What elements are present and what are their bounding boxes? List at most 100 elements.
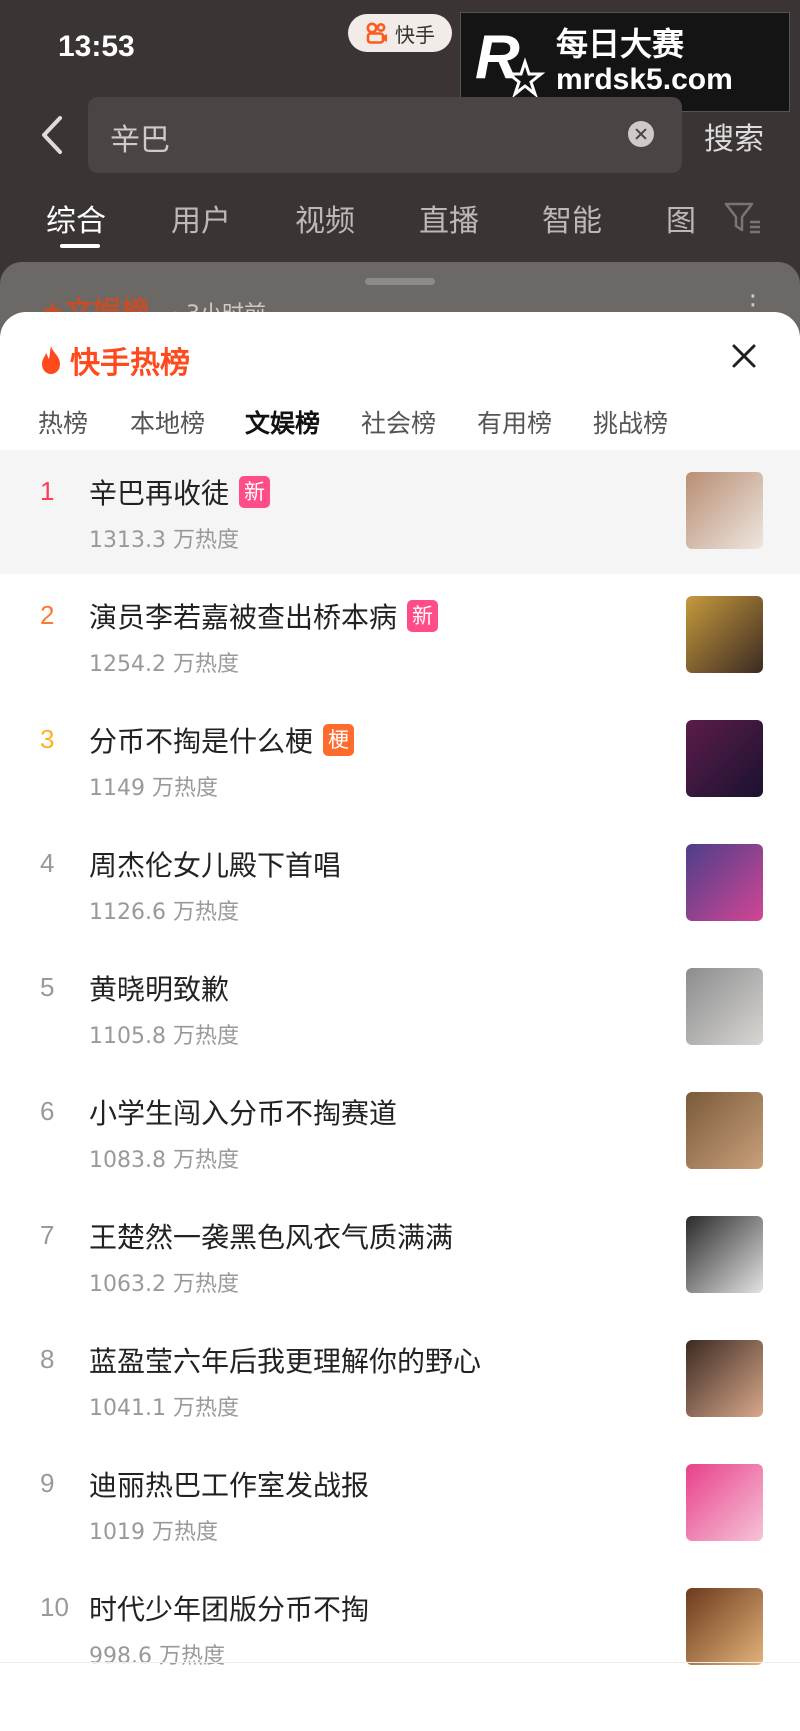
list-item[interactable]: 9 迪丽热巴工作室发战报 1019 万热度: [0, 1442, 800, 1566]
item-title: 黄晓明致歉: [89, 968, 229, 1008]
list-item[interactable]: 4 周杰伦女儿殿下首唱 1126.6 万热度: [0, 822, 800, 946]
heat-value: 1126.6 万热度: [89, 900, 239, 925]
thumbnail-image[interactable]: [686, 1216, 763, 1293]
new-badge: 新: [407, 600, 439, 632]
svg-text:R: R: [475, 23, 520, 92]
hot-list-sheet: 快手热榜 热榜 本地榜 文娱榜 社会榜 有用榜 挑战榜 1 辛巴再收徒新 1313.…: [0, 312, 800, 1731]
thumbnail-image[interactable]: [686, 720, 763, 797]
tab-comprehensive[interactable]: 综合: [46, 196, 106, 240]
meme-badge: 梗: [323, 724, 355, 756]
item-title: 王楚然一袭黑色风衣气质满满: [89, 1216, 453, 1256]
app-badge-label: 快手: [395, 22, 435, 47]
rank-number: 5: [40, 972, 55, 1002]
category-entertainment[interactable]: 文娱榜: [245, 404, 320, 440]
rank-number: 7: [40, 1220, 55, 1250]
list-item[interactable]: 8 蓝盈莹六年后我更理解你的野心 1041.1 万热度: [0, 1318, 800, 1442]
thumbnail-image[interactable]: [686, 1340, 763, 1417]
heat-value: 1041.1 万热度: [89, 1396, 239, 1421]
heat-value: 1019 万热度: [89, 1520, 218, 1545]
divider: [0, 1662, 800, 1663]
back-arrow-icon[interactable]: [36, 112, 70, 158]
item-title: 蓝盈莹六年后我更理解你的野心: [89, 1340, 481, 1380]
heat-value: 1083.8 万热度: [89, 1148, 239, 1173]
rank-number: 2: [40, 600, 55, 630]
thumbnail-image[interactable]: [686, 844, 763, 921]
filter-icon[interactable]: [722, 200, 762, 236]
rank-number: 10: [40, 1592, 69, 1622]
heat-value: 1149 万热度: [89, 776, 218, 801]
watermark-title: 每日大赛: [556, 26, 685, 63]
hot-list: 1 辛巴再收徒新 1313.3 万热度 2 演员李若嘉被查出桥本病新 1254.2 万热度…: [0, 450, 800, 1690]
rank-number: 3: [40, 724, 55, 754]
item-title: 分币不掏是什么梗梗: [89, 720, 355, 760]
list-item[interactable]: 2 演员李若嘉被查出桥本病新 1254.2 万热度: [0, 574, 800, 698]
new-badge: 新: [239, 476, 271, 508]
thumbnail-image[interactable]: [686, 1464, 763, 1541]
tab-underline: [60, 244, 100, 248]
rank-number: 8: [40, 1344, 55, 1374]
search-tabs: 综合 用户 视频 直播 智能 图: [0, 196, 800, 252]
drag-handle[interactable]: [365, 278, 435, 285]
flame-icon: [42, 346, 60, 374]
item-title-text: 分币不掏是什么梗: [89, 725, 314, 758]
ranking-categories: 热榜 本地榜 文娱榜 社会榜 有用榜 挑战榜: [0, 404, 800, 452]
tab-users[interactable]: 用户: [171, 196, 231, 240]
r-star-logo-icon: R: [475, 23, 545, 99]
item-title-text: 蓝盈莹六年后我更理解你的野心: [89, 1345, 482, 1378]
search-input[interactable]: 辛巴: [88, 97, 682, 173]
list-item[interactable]: 6 小学生闯入分币不掏赛道 1083.8 万热度: [0, 1070, 800, 1194]
item-title-text: 小学生闯入分币不掏赛道: [89, 1097, 398, 1130]
thumbnail-image[interactable]: [686, 1092, 763, 1169]
tab-live[interactable]: 直播: [419, 196, 479, 240]
list-item[interactable]: 5 黄晓明致歉 1105.8 万热度: [0, 946, 800, 1070]
rank-number: 6: [40, 1096, 55, 1126]
item-title-text: 辛巴再收徒: [89, 477, 230, 510]
search-query: 辛巴: [110, 123, 170, 158]
close-icon[interactable]: [728, 340, 760, 372]
tab-smart[interactable]: 智能: [542, 196, 602, 240]
heat-value: 998.6 万热度: [89, 1644, 225, 1669]
sheet-title: 快手热榜: [38, 338, 190, 382]
tab-images[interactable]: 图: [666, 196, 696, 240]
watermark-url: mrdsk5.com: [556, 63, 733, 97]
item-title-text: 周杰伦女儿殿下首唱: [89, 849, 342, 882]
heat-value: 1254.2 万热度: [89, 652, 239, 677]
list-item[interactable]: 3 分币不掏是什么梗梗 1149 万热度: [0, 698, 800, 822]
status-time: 13:53: [58, 30, 135, 63]
thumbnail-image[interactable]: [686, 968, 763, 1045]
rank-number: 1: [40, 476, 55, 506]
category-hot[interactable]: 热榜: [38, 404, 88, 440]
kuaishou-logo-icon: [366, 22, 387, 44]
heat-value: 1063.2 万热度: [89, 1272, 239, 1297]
item-title: 周杰伦女儿殿下首唱: [89, 844, 341, 884]
item-title: 时代少年团版分币不掏: [89, 1588, 369, 1628]
heat-value: 1105.8 万热度: [89, 1024, 239, 1049]
rank-number: 9: [40, 1468, 55, 1498]
item-title: 演员李若嘉被查出桥本病新: [89, 596, 439, 636]
thumbnail-image[interactable]: [686, 596, 763, 673]
list-item[interactable]: 1 辛巴再收徒新 1313.3 万热度: [0, 450, 800, 574]
item-title: 迪丽热巴工作室发战报: [89, 1464, 369, 1504]
category-local[interactable]: 本地榜: [130, 404, 205, 440]
category-challenge[interactable]: 挑战榜: [593, 404, 668, 440]
item-title-text: 时代少年团版分币不掏: [89, 1593, 370, 1626]
item-title: 小学生闯入分币不掏赛道: [89, 1092, 397, 1132]
item-title-text: 演员李若嘉被查出桥本病: [89, 601, 398, 634]
item-title-text: 王楚然一袭黑色风衣气质满满: [89, 1221, 454, 1254]
thumbnail-image[interactable]: [686, 472, 763, 549]
app-badge: 快手: [348, 14, 452, 52]
item-title: 辛巴再收徒新: [89, 472, 271, 512]
thumbnail-image[interactable]: [686, 1588, 763, 1665]
sheet-title-text: 快手热榜: [70, 346, 190, 381]
item-title-text: 黄晓明致歉: [89, 973, 230, 1006]
tab-videos[interactable]: 视频: [295, 196, 355, 240]
category-society[interactable]: 社会榜: [361, 404, 436, 440]
search-button[interactable]: 搜索: [704, 114, 764, 158]
clear-icon[interactable]: [628, 121, 654, 147]
heat-value: 1313.3 万热度: [89, 528, 239, 553]
rank-number: 4: [40, 848, 55, 878]
list-item[interactable]: 10 时代少年团版分币不掏 998.6 万热度: [0, 1566, 800, 1690]
item-title-text: 迪丽热巴工作室发战报: [89, 1469, 370, 1502]
category-useful[interactable]: 有用榜: [477, 404, 552, 440]
list-item[interactable]: 7 王楚然一袭黑色风衣气质满满 1063.2 万热度: [0, 1194, 800, 1318]
